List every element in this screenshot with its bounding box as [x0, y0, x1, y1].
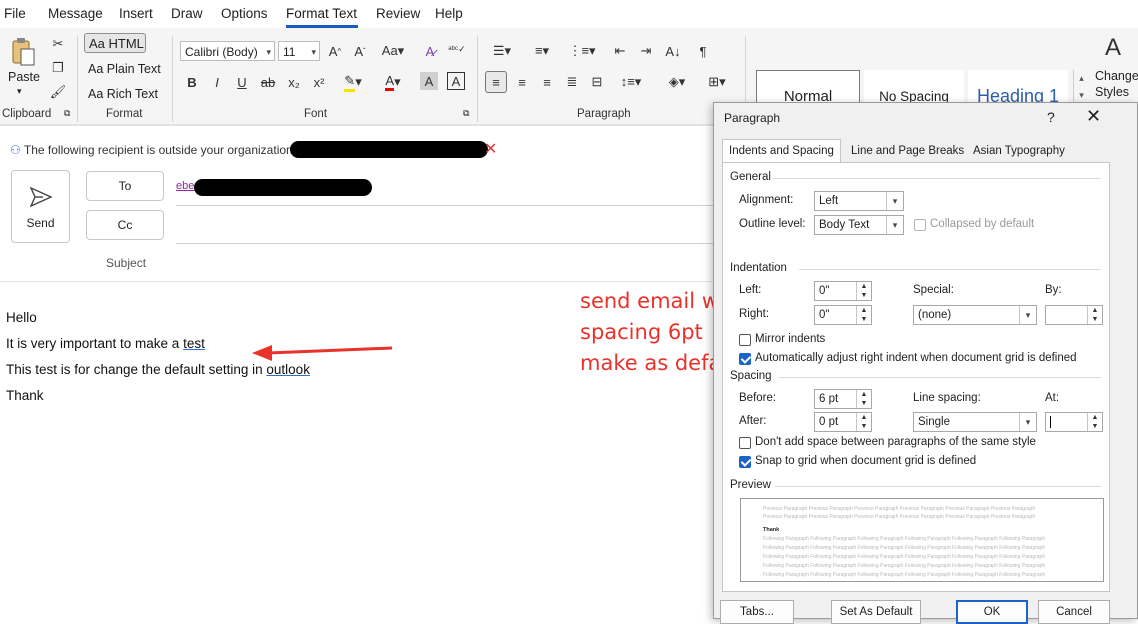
spinner-arrows-icon[interactable]: ▲ ▼ [856, 282, 871, 300]
snap-to-grid-label: Snap to grid when document grid is defin… [755, 455, 977, 467]
annotation-text: spacing 6pt [580, 320, 703, 344]
special-label: Special: [913, 284, 954, 296]
outline-level-select[interactable]: Body Text ▾ [814, 215, 904, 235]
divider [799, 269, 1101, 270]
preview-previous-paragraph: Previous Paragraph Previous Paragraph Pr… [763, 506, 1036, 512]
preview-previous-paragraph: Previous Paragraph Previous Paragraph Pr… [763, 514, 1036, 520]
spacing-after-spinner[interactable]: 0 pt ▲ ▼ [814, 412, 872, 432]
tab-asian-typography[interactable]: Asian Typography [967, 140, 1071, 162]
spacing-after-value: 0 pt [819, 416, 839, 428]
outline-level-label: Outline level: [739, 218, 806, 230]
preview-following-paragraph: Following Paragraph Following Paragraph … [763, 545, 1046, 551]
close-icon[interactable]: ✕ [1086, 106, 1101, 127]
special-value: (none) [918, 309, 952, 321]
divider [775, 486, 1101, 487]
spinner-arrows-icon[interactable]: ▲ ▼ [856, 413, 871, 431]
spinner-arrows-icon[interactable]: ▲ ▼ [1087, 306, 1102, 324]
section-indentation: Indentation [730, 262, 787, 274]
special-select[interactable]: (none) ▾ [913, 305, 1037, 325]
tab-line-and-page-breaks[interactable]: Line and Page Breaks [845, 140, 970, 162]
arrow-head [252, 345, 272, 361]
help-icon[interactable]: ? [1047, 109, 1055, 125]
indent-right-value: 0" [819, 309, 830, 321]
line-spacing-at-spinner[interactable]: ▲ ▼ [1045, 412, 1103, 432]
alignment-value: Left [819, 195, 839, 207]
spinner-arrows-icon[interactable]: ▲ ▼ [856, 390, 871, 408]
section-preview: Preview [730, 479, 771, 491]
preview-box: Previous Paragraph Previous Paragraph Pr… [740, 498, 1104, 582]
auto-adjust-checkbox[interactable] [739, 353, 751, 365]
tabs-button[interactable]: Tabs... [720, 600, 794, 624]
indent-left-spinner[interactable]: 0" ▲ ▼ [814, 281, 872, 301]
spacing-before-label: Before: [739, 392, 777, 404]
mirror-indents-label: Mirror indents [755, 333, 826, 345]
at-label: At: [1045, 392, 1060, 404]
line-spacing-value: Single [918, 416, 950, 428]
preview-following-paragraph: Following Paragraph Following Paragraph … [763, 572, 1046, 578]
divider [773, 178, 1101, 179]
chevron-down-icon: ▾ [1019, 413, 1036, 431]
spacing-before-value: 6 pt [819, 393, 839, 405]
spinner-arrows-icon[interactable]: ▲ ▼ [1087, 413, 1102, 431]
indent-left-value: 0" [819, 285, 830, 297]
line-spacing-select[interactable]: Single ▾ [913, 412, 1037, 432]
divider [779, 377, 1101, 378]
cancel-button[interactable]: Cancel [1038, 600, 1110, 624]
indent-by-spinner[interactable]: ▲ ▼ [1045, 305, 1103, 325]
collapsed-label: Collapsed by default [930, 218, 1035, 230]
indent-right-spinner[interactable]: 0" ▲ ▼ [814, 305, 872, 325]
line-spacing-label: Line spacing: [913, 392, 981, 404]
section-general: General [730, 171, 771, 183]
tab-indents-and-spacing[interactable]: Indents and Spacing [722, 139, 841, 163]
preview-following-paragraph: Following Paragraph Following Paragraph … [763, 554, 1046, 560]
section-spacing: Spacing [730, 370, 772, 382]
text-cursor [1050, 415, 1051, 428]
alignment-label: Alignment: [739, 194, 794, 206]
by-label: By: [1045, 284, 1062, 296]
spinner-arrows-icon[interactable]: ▲ ▼ [856, 306, 871, 324]
spacing-after-label: After: [739, 415, 767, 427]
dialog-title: Paragraph [724, 111, 781, 125]
tab-panel: General Alignment: Left ▾ Outline level: … [722, 162, 1110, 592]
spacing-before-spinner[interactable]: 6 pt ▲ ▼ [814, 389, 872, 409]
set-as-default-button[interactable]: Set As Default [831, 600, 921, 624]
alignment-select[interactable]: Left ▾ [814, 191, 904, 211]
indent-right-label: Right: [739, 308, 770, 320]
auto-adjust-label: Automatically adjust right indent when d… [755, 352, 1077, 364]
preview-following-paragraph: Following Paragraph Following Paragraph … [763, 563, 1046, 569]
snap-to-grid-checkbox[interactable] [739, 456, 751, 468]
preview-sample: Thank [763, 527, 780, 533]
no-space-checkbox[interactable] [739, 437, 751, 449]
outline-level-value: Body Text [819, 219, 870, 231]
indent-left-label: Left: [739, 284, 762, 296]
chevron-down-icon: ▾ [886, 192, 903, 210]
ok-button[interactable]: OK [956, 600, 1028, 624]
mirror-indents-checkbox[interactable] [739, 334, 751, 346]
collapsed-checkbox [914, 219, 926, 231]
arrow-to-body-line [267, 346, 393, 355]
paragraph-dialog: Paragraph ? ✕ Indents and Spacing Line a… [713, 102, 1138, 624]
chevron-down-icon: ▾ [886, 216, 903, 234]
no-space-label: Don't add space between paragraphs of th… [755, 436, 1036, 448]
chevron-down-icon: ▾ [1019, 306, 1036, 324]
preview-following-paragraph: Following Paragraph Following Paragraph … [763, 536, 1046, 542]
